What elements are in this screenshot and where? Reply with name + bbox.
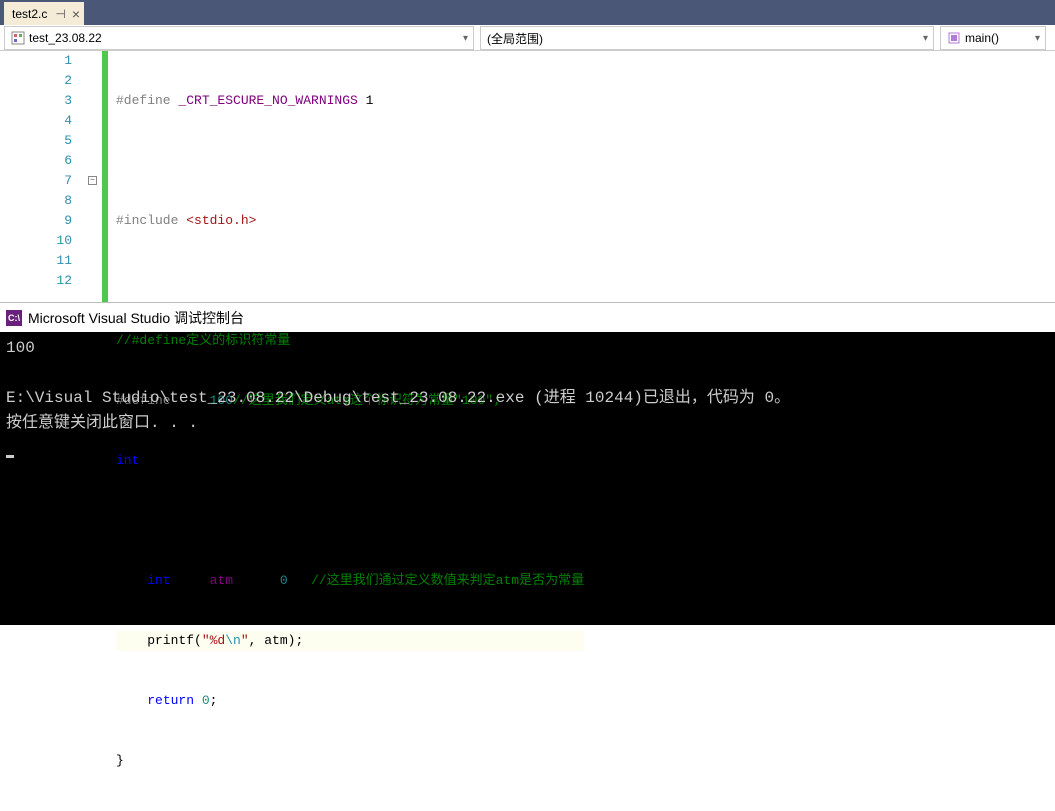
function-name: main() xyxy=(965,31,999,45)
console-title: Microsoft Visual Studio 调试控制台 xyxy=(28,308,244,328)
close-icon[interactable]: × xyxy=(72,7,80,21)
line-gutter: 123456789101112 xyxy=(0,51,88,302)
code-editor[interactable]: 123456789101112 − #define _CRT_ESCURE_NO… xyxy=(0,51,1055,302)
chevron-down-icon: ▾ xyxy=(463,33,468,44)
fold-toggle[interactable]: − xyxy=(88,176,97,185)
scope-name: (全局范围) xyxy=(487,30,543,47)
scope-dropdown[interactable]: (全局范围) ▾ xyxy=(480,26,934,50)
function-dropdown[interactable]: main() ▾ xyxy=(940,26,1046,50)
function-icon xyxy=(947,31,961,45)
tab-bar: test2.c ⊣ × xyxy=(0,0,1055,25)
cursor xyxy=(6,455,14,458)
code-content[interactable]: #define _CRT_ESCURE_NO_WARNINGS 1 #inclu… xyxy=(108,51,584,302)
tab-filename: test2.c xyxy=(12,7,47,21)
nav-bar: test_23.08.22 ▾ (全局范围) ▾ main() ▾ xyxy=(0,25,1055,51)
vs-icon: C:\ xyxy=(6,310,22,326)
chevron-down-icon: ▾ xyxy=(1035,33,1040,44)
project-dropdown[interactable]: test_23.08.22 ▾ xyxy=(4,26,474,50)
project-name: test_23.08.22 xyxy=(29,31,102,45)
chevron-down-icon: ▾ xyxy=(923,33,928,44)
pin-icon[interactable]: ⊣ xyxy=(55,7,65,21)
project-icon xyxy=(11,31,25,45)
fold-column: − xyxy=(88,51,102,302)
file-tab[interactable]: test2.c ⊣ × xyxy=(4,2,84,25)
